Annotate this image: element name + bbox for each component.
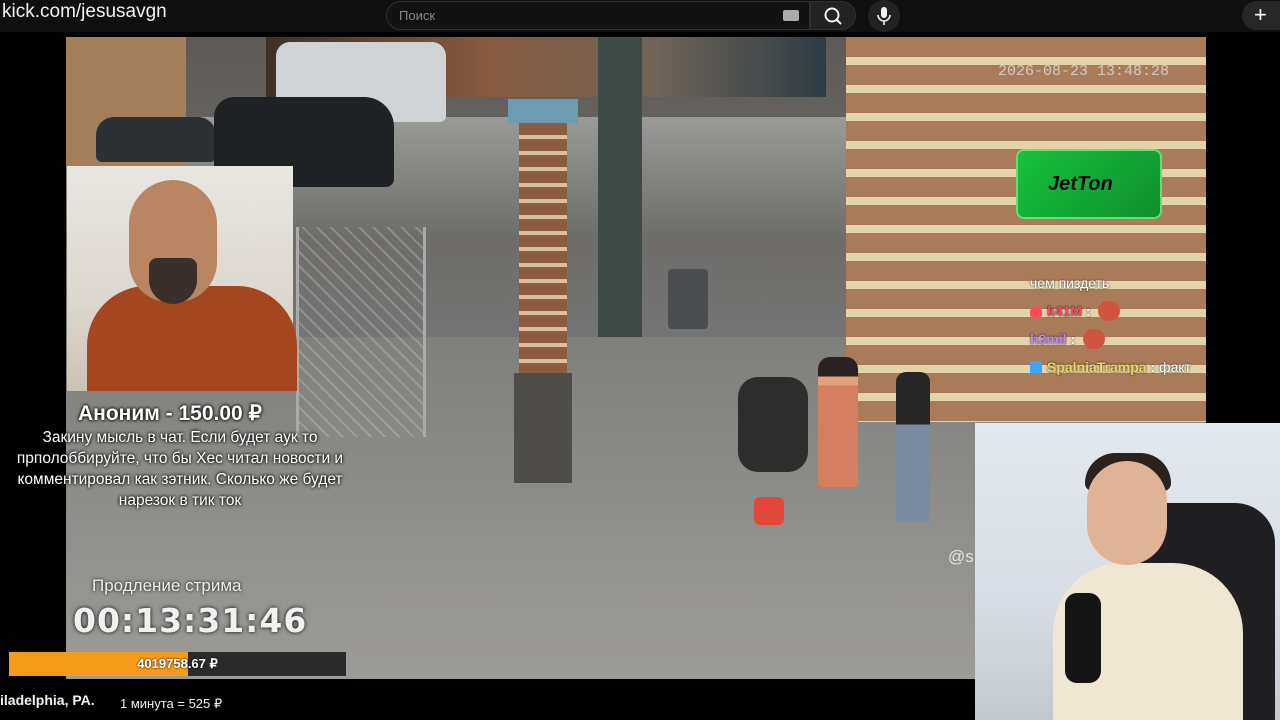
donation-title: Аноним - 150.00 ₽: [78, 402, 262, 425]
green-pillar: [598, 37, 642, 337]
chat-username[interactable]: h3mil: [1030, 331, 1067, 347]
search-placeholder: Поиск: [399, 8, 436, 23]
search-input[interactable]: Поиск: [386, 1, 810, 30]
chat-username[interactable]: k41M: [1047, 303, 1082, 319]
column-cap: [508, 99, 578, 123]
cube-badge-icon: [1030, 361, 1042, 373]
chat-message: k41M :: [1030, 299, 1210, 327]
extension-timer: 00:13:31:46: [73, 601, 308, 640]
car-left: [96, 117, 216, 162]
chat-message: h3mil :: [1030, 327, 1210, 355]
chain-fence: [296, 227, 426, 437]
create-button[interactable]: +: [1242, 1, 1280, 30]
camera-timestamp: 2026-08-23 13:48:28: [998, 63, 1170, 80]
streamer-webcam: [67, 166, 297, 391]
chat-text: чем пиздеть: [1030, 275, 1110, 291]
chat-message: SpalniaTrampa : факт: [1030, 355, 1210, 383]
chat-separator: :: [1066, 331, 1080, 347]
rate-text: 1 минута = 525 ₽: [120, 696, 223, 711]
page-url[interactable]: kick.com/jesusavgn: [2, 1, 167, 23]
guest-head: [1087, 461, 1167, 565]
person-woman: [818, 357, 858, 487]
streamer-beard: [149, 258, 197, 304]
extension-label: Продление стрима: [92, 576, 242, 595]
donation-goal-bar: 4019758.67 ₽: [9, 652, 346, 676]
cart-bags: [738, 377, 808, 472]
search-button[interactable]: [810, 1, 856, 30]
chat-text: факт: [1159, 359, 1192, 375]
search-icon: [824, 7, 842, 25]
streamer-shirt: [87, 286, 297, 391]
chat-separator: :: [1082, 303, 1095, 319]
goal-amount: 4019758.67 ₽: [137, 656, 218, 671]
microphone-icon: [877, 7, 891, 25]
donation-message: Закину мысль в чат. Если будет аук то пр…: [16, 429, 344, 509]
sponsor-logo-text: JetTon: [1048, 173, 1113, 195]
red-bag: [754, 497, 784, 525]
emote-icon: [1098, 301, 1121, 321]
sponsor-logo[interactable]: JetTon: [1016, 149, 1162, 219]
chat-username[interactable]: SpalniaTrampa: [1047, 359, 1147, 375]
chat-separator: :: [1146, 359, 1160, 375]
heart-badge-icon: [1030, 306, 1042, 317]
microphone: [1065, 593, 1101, 683]
column-base: [514, 373, 572, 483]
keyboard-icon[interactable]: [783, 10, 799, 21]
emote-icon: [1083, 329, 1106, 349]
trash-can: [668, 269, 708, 329]
camera-watermark: @s: [948, 547, 974, 566]
brick-column: [519, 123, 567, 373]
browser-topbar: kick.com/jesusavgn Поиск +: [0, 0, 1280, 32]
chat-overlay: чем пиздеть k41M : h3mil : SpalniaTrampa …: [1030, 271, 1210, 383]
stream-location: iladelphia, PA.: [0, 692, 95, 708]
guest-webcam: [975, 423, 1280, 720]
person-man: [896, 372, 930, 522]
voice-search-button[interactable]: [868, 0, 900, 32]
chat-message: чем пиздеть: [1030, 271, 1210, 299]
